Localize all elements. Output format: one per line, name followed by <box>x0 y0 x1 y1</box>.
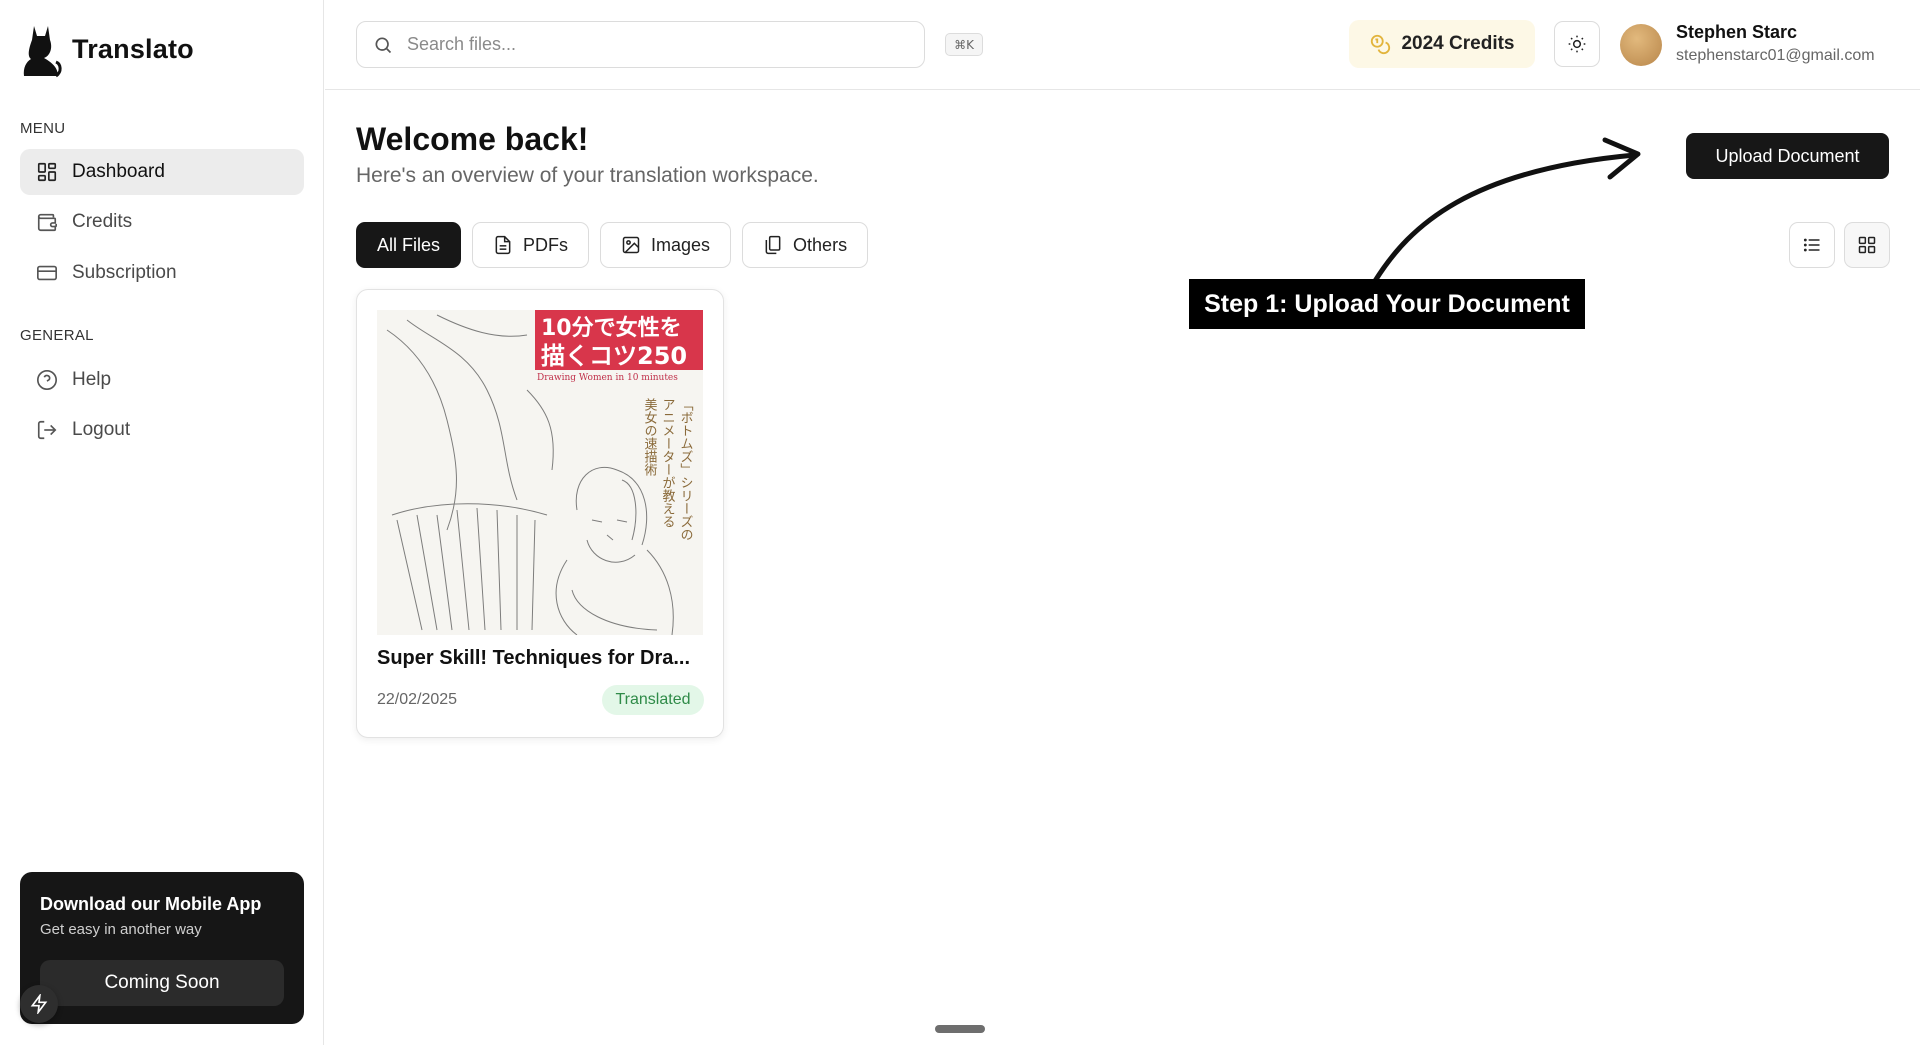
help-circle-icon <box>37 370 57 390</box>
sidebar-item-logout[interactable]: Logout <box>20 407 304 453</box>
file-date: 22/02/2025 <box>377 691 458 708</box>
file-text-icon <box>495 235 511 255</box>
tab-label: Others <box>793 234 848 255</box>
sidebar-item-label: Dashboard <box>72 161 165 182</box>
promo-title: Download our Mobile App <box>40 894 262 914</box>
status-badge: Translated <box>602 685 704 715</box>
theme-toggle-button[interactable] <box>1554 21 1600 67</box>
tab-images[interactable]: Images <box>600 222 732 268</box>
tab-pdfs[interactable]: PDFs <box>472 222 590 268</box>
dashboard-icon <box>37 162 57 182</box>
coins-icon <box>1371 34 1391 55</box>
cover-headline-line2: 描くコツ250 <box>541 342 687 370</box>
grid-icon <box>1858 236 1876 254</box>
cover-vertical-text-1: 「ボトムズ」シリーズの <box>678 398 694 541</box>
cover-vertical-text-3: 美女の速描術 <box>642 398 658 477</box>
lightning-icon <box>30 994 48 1014</box>
sidebar-item-help[interactable]: Help <box>20 357 304 403</box>
image-icon <box>622 236 640 254</box>
user-name: Stephen Starc <box>1676 22 1798 42</box>
sidebar-item-label: Credits <box>72 211 133 232</box>
step-annotation-label: Step 1: Upload Your Document <box>1189 279 1585 329</box>
file-title: Super Skill! Techniques for Dra... <box>377 647 691 669</box>
sidebar-item-label: Logout <box>72 419 131 440</box>
sidebar-item-credits[interactable]: Credits <box>20 199 304 245</box>
cat-logo-icon <box>23 26 62 78</box>
file-thumbnail: 10分で女性を 描くコツ250 Drawing Women in 10 minu… <box>377 310 703 635</box>
file-filter-tabs: All Files PDFs Images Others <box>356 222 869 268</box>
tab-label: Images <box>651 234 711 255</box>
general-section-label: GENERAL <box>20 327 94 344</box>
sidebar-item-label: Help <box>72 369 112 390</box>
book-cover-illustration: 10分で女性を 描くコツ250 Drawing Women in 10 minu… <box>377 310 703 635</box>
credit-card-icon <box>37 265 57 281</box>
wallet-icon <box>37 213 57 232</box>
files-icon <box>765 235 781 255</box>
sidebar-item-label: Subscription <box>72 262 177 283</box>
scroll-handle[interactable] <box>935 1025 985 1033</box>
credits-badge[interactable]: 2024 Credits <box>1349 20 1535 68</box>
cover-headline-line1: 10分で女性を <box>541 315 682 341</box>
brand-logo[interactable]: Translato <box>20 18 194 80</box>
user-email: stephenstarc01@gmail.com <box>1676 47 1875 64</box>
tab-label: All Files <box>377 234 441 255</box>
page-title: Welcome back! <box>356 121 589 157</box>
search-shortcut-hint: ⌘K <box>945 33 983 56</box>
tab-all-files[interactable]: All Files <box>356 222 462 268</box>
cover-english-subtitle: Drawing Women in 10 minutes <box>537 373 678 383</box>
sidebar-item-dashboard[interactable]: Dashboard <box>20 149 304 195</box>
annotation-arrow-icon <box>1372 137 1641 284</box>
tab-label: PDFs <box>523 234 569 255</box>
cover-vertical-text-2: アニメーターが教える <box>660 398 676 528</box>
mobile-app-promo: Download our Mobile App Get easy in anot… <box>20 872 304 1024</box>
search-icon <box>375 37 392 53</box>
brand-name: Translato <box>72 33 194 64</box>
list-view-button[interactable] <box>1789 222 1835 268</box>
quick-action-button[interactable] <box>20 985 58 1023</box>
user-avatar[interactable] <box>1620 24 1662 66</box>
page-subtitle: Here's an overview of your translation w… <box>356 164 819 187</box>
sun-icon <box>1568 35 1586 53</box>
topbar: ⌘K 2024 Credits Stephen Starc stephensta… <box>325 0 1920 90</box>
list-icon <box>1803 238 1820 252</box>
sidebar-item-subscription[interactable]: Subscription <box>20 250 304 296</box>
credits-label: 2024 Credits <box>1401 33 1515 54</box>
promo-subtitle: Get easy in another way <box>40 921 202 938</box>
tab-others[interactable]: Others <box>742 222 869 268</box>
sidebar: Translato MENU Dashboard Credits Subscri… <box>0 0 324 1045</box>
search-box[interactable] <box>356 21 925 68</box>
upload-document-button[interactable]: Upload Document <box>1686 133 1889 179</box>
search-input[interactable] <box>407 34 887 55</box>
menu-section-label: MENU <box>20 120 66 137</box>
coming-soon-button[interactable]: Coming Soon <box>40 960 284 1006</box>
logout-icon <box>37 420 57 440</box>
main-content: Welcome back! Here's an overview of your… <box>325 91 1920 1045</box>
grid-view-button[interactable] <box>1844 222 1890 268</box>
file-card[interactable]: 10分で女性を 描くコツ250 Drawing Women in 10 minu… <box>356 289 724 738</box>
